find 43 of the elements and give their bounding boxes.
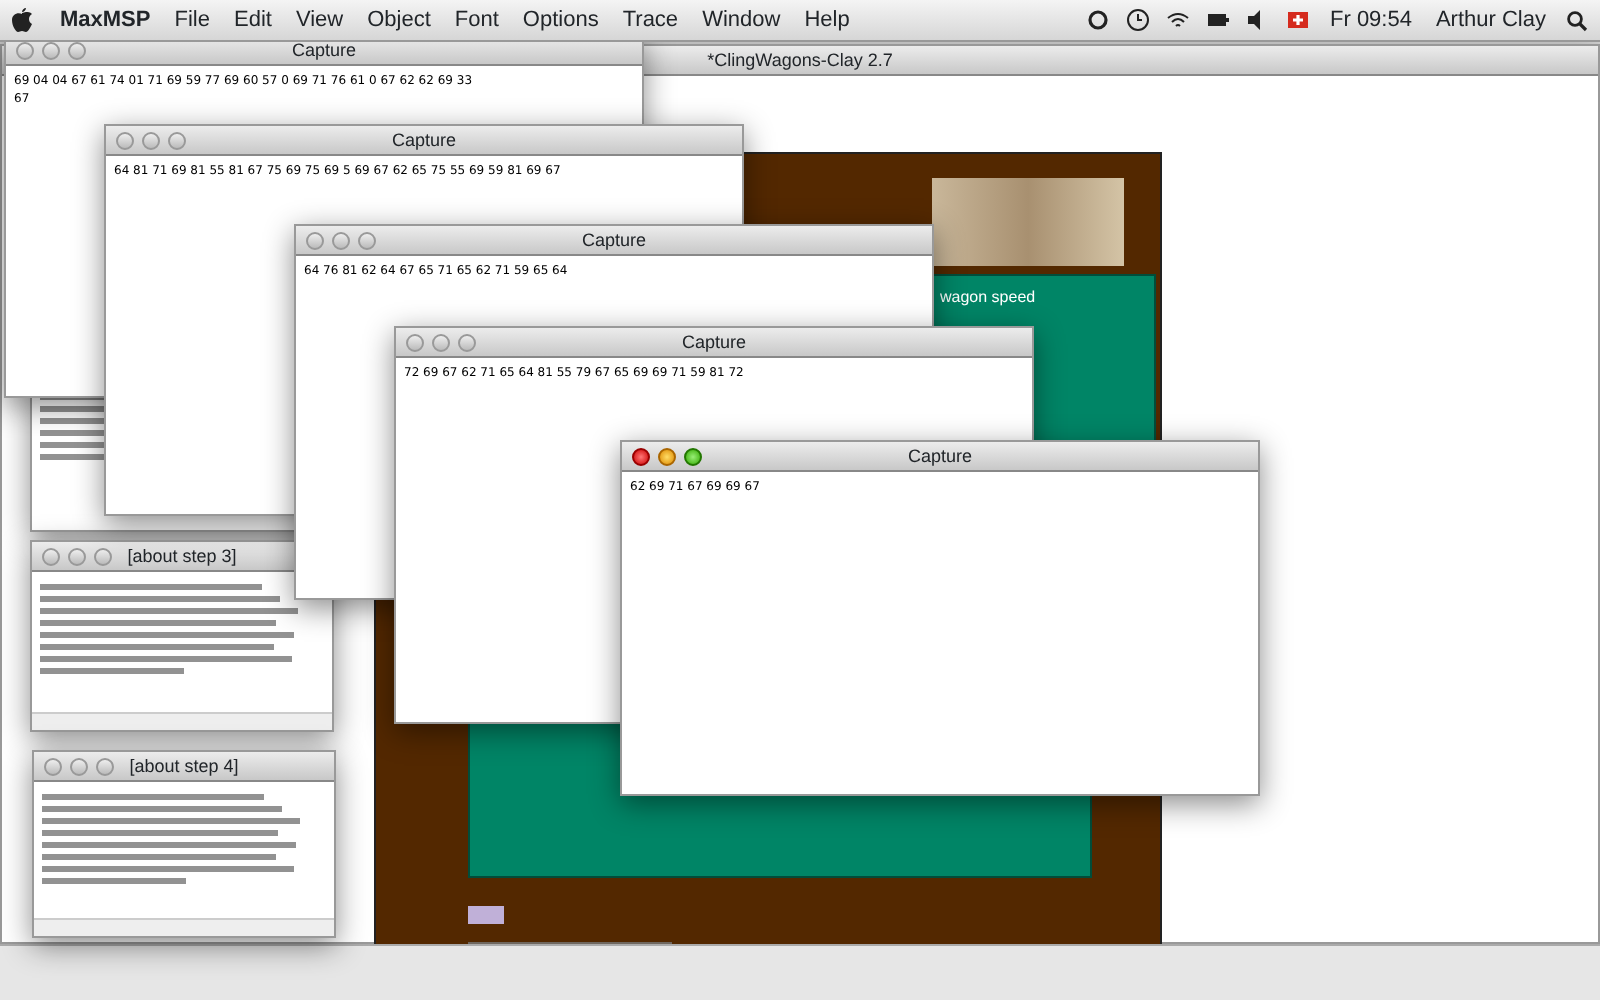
clock-icon[interactable] [1126, 8, 1150, 32]
menu-item[interactable]: MaxMSP [48, 3, 163, 37]
sync-icon[interactable] [1086, 8, 1110, 32]
window-title: Capture [291, 39, 357, 59]
zoom-button[interactable] [358, 231, 376, 249]
window-title: Capture [907, 445, 973, 465]
menu-item[interactable]: Trace [610, 3, 691, 37]
minimize-button[interactable] [432, 333, 450, 351]
menu-item[interactable]: Edit [221, 3, 284, 37]
battery-icon[interactable] [1206, 8, 1230, 32]
search-icon[interactable] [1566, 9, 1588, 31]
zoom-button[interactable] [684, 447, 702, 465]
minimize-button[interactable] [142, 131, 160, 149]
zoom-button[interactable] [96, 757, 114, 775]
window-title: *ClingWagons-Clay 2.7 [707, 49, 893, 69]
window-title: Capture [391, 129, 457, 149]
minimize-button[interactable] [332, 231, 350, 249]
wifi-icon[interactable] [1166, 8, 1190, 32]
window-title: [about step 4] [129, 755, 239, 775]
window-title: Capture [681, 331, 747, 351]
apple-icon[interactable] [12, 8, 32, 32]
zoom-button[interactable] [94, 547, 112, 565]
window-title: [about step 3] [127, 545, 237, 565]
scroll-bar[interactable] [34, 918, 334, 936]
minimize-button[interactable] [68, 547, 86, 565]
menu-item[interactable]: Window [690, 3, 793, 37]
scroll-bar[interactable] [32, 712, 332, 730]
user-name[interactable]: Arthur Clay [1423, 3, 1558, 37]
menu-item[interactable]: File [162, 3, 222, 37]
close-button[interactable] [632, 447, 650, 465]
flag-icon[interactable] [1286, 8, 1310, 32]
menu-item[interactable]: Options [510, 3, 611, 37]
menu-item[interactable]: View [283, 3, 356, 37]
menu-item[interactable]: Object [355, 3, 443, 37]
minimize-button[interactable] [658, 447, 676, 465]
zoom-button[interactable] [168, 131, 186, 149]
menu-item[interactable]: Help [792, 3, 862, 37]
window-title: Capture [581, 229, 647, 249]
zoom-button[interactable] [458, 333, 476, 351]
menu-clock[interactable]: Fr 09:54 [1318, 3, 1424, 37]
panel-label: wagon speed [940, 286, 1036, 310]
minimize-button[interactable] [70, 757, 88, 775]
menu-item[interactable]: Font [442, 3, 511, 37]
